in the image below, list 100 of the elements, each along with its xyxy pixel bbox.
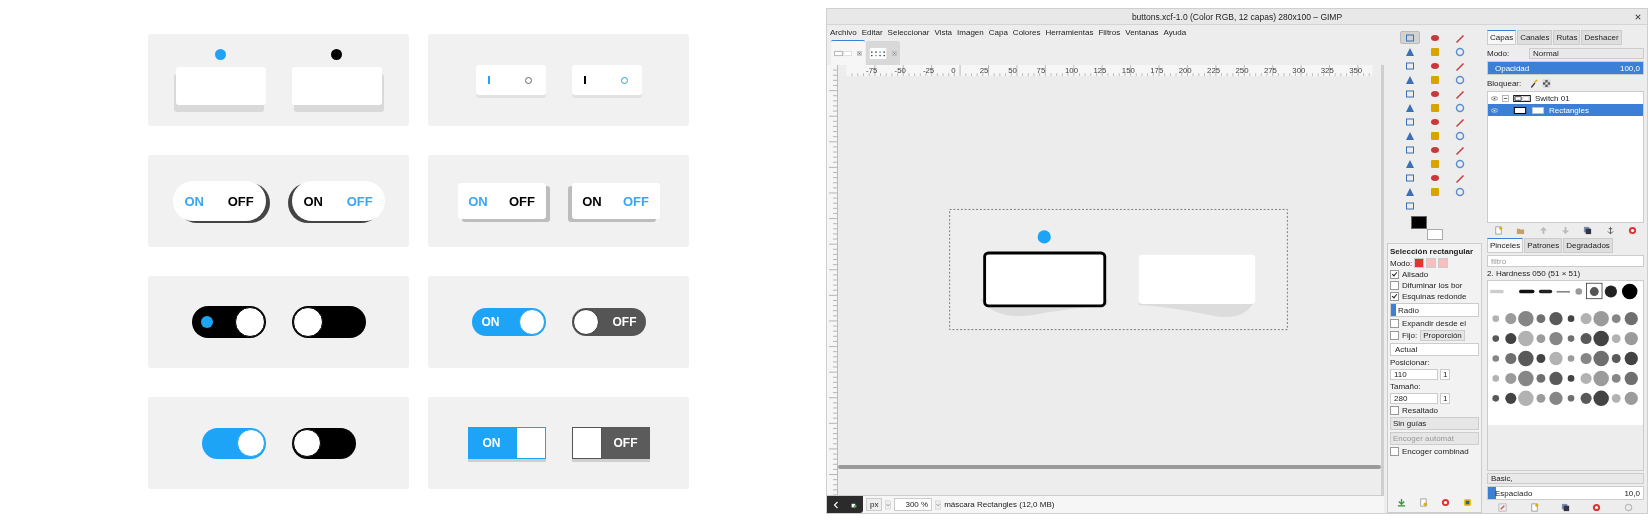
unit-dropdown[interactable]: px <box>866 498 883 511</box>
brush-grid-drawing[interactable] <box>1487 280 1644 471</box>
switch-knob <box>515 427 546 459</box>
dock-tab[interactable]: Pinceles <box>1487 238 1524 253</box>
window-title: buttons.xcf-1.0 (Color RGB, 12 capas) 280x100 – GIMP <box>1131 11 1343 22</box>
dock-tab[interactable]: Deshacer <box>1581 30 1622 45</box>
toggle-switch[interactable] <box>475 65 546 95</box>
number-field[interactable]: 280 <box>1390 393 1438 404</box>
menu-item[interactable]: Archivo <box>830 27 857 37</box>
brush-icon[interactable] <box>1529 78 1538 88</box>
reset-icon[interactable] <box>1463 498 1473 507</box>
checkbox[interactable] <box>1390 406 1399 415</box>
toggle-switch[interactable] <box>201 427 266 459</box>
new-layer-icon[interactable] <box>1493 226 1503 235</box>
checkbox[interactable] <box>1390 281 1399 290</box>
toggle-switch[interactable] <box>291 427 356 459</box>
duplicate-icon[interactable] <box>1560 503 1570 512</box>
menu-item[interactable]: Seleccionar <box>887 27 930 37</box>
menu-item[interactable]: Capa <box>988 27 1008 37</box>
tool-icon <box>1404 102 1415 113</box>
checker-icon[interactable] <box>1542 78 1551 88</box>
number-field[interactable]: 110 <box>1390 369 1438 380</box>
scrollbar[interactable] <box>838 465 1381 469</box>
switch-knob <box>234 307 265 337</box>
toggle-switch[interactable]: OFF <box>571 308 646 336</box>
delete-icon[interactable] <box>1592 503 1602 512</box>
edit-icon[interactable] <box>1498 503 1508 512</box>
delete-icon[interactable] <box>1628 226 1638 235</box>
refresh-icon[interactable] <box>1623 503 1633 512</box>
dropdown-caret-icon[interactable] <box>935 499 942 510</box>
toggle-switch[interactable] <box>571 65 642 95</box>
menu-item[interactable]: Imagen <box>957 27 984 37</box>
dock-tab[interactable]: Degradados <box>1563 238 1613 253</box>
checkbox[interactable] <box>1390 331 1399 340</box>
image-thumbnail <box>868 47 887 59</box>
background-color-swatch[interactable] <box>1427 229 1443 240</box>
opacity-slider[interactable]: Opacidad 100,0 <box>1487 61 1644 75</box>
down-arrow-icon[interactable] <box>1560 226 1570 235</box>
number-field[interactable]: 1 <box>1440 369 1451 380</box>
dock-tab[interactable]: Capas <box>1487 30 1517 45</box>
new-brush-icon[interactable] <box>1529 503 1539 512</box>
tool-icon <box>1429 46 1440 57</box>
toggle-switch[interactable] <box>191 306 266 338</box>
close-icon[interactable] <box>1635 13 1641 20</box>
tool-button[interactable] <box>1399 31 1420 44</box>
mode-dropdown[interactable]: Normal <box>1529 47 1644 59</box>
menu-item[interactable]: Ventanas <box>1125 27 1159 37</box>
switch-knob <box>292 429 321 457</box>
input-field[interactable]: Actual <box>1390 343 1479 356</box>
checkbox[interactable] <box>1390 270 1399 279</box>
toggle-switch[interactable]: ON OFF <box>571 183 660 219</box>
delete-icon[interactable] <box>1441 498 1451 507</box>
save-icon[interactable] <box>1396 498 1406 507</box>
toggle-switch[interactable]: ON OFF <box>291 181 385 221</box>
menu-item[interactable]: Ayuda <box>1163 27 1187 37</box>
number-field[interactable]: 1 <box>1440 393 1451 404</box>
document-icon[interactable] <box>1418 498 1428 507</box>
foreground-color-swatch[interactable] <box>1411 216 1427 229</box>
tool-icon <box>1429 144 1440 155</box>
dock-tab[interactable]: Rutas <box>1553 30 1581 45</box>
image-tab[interactable] <box>831 40 865 65</box>
mask-thumbnail <box>1531 106 1545 114</box>
tool-icon <box>1454 74 1465 85</box>
dock-tab[interactable]: Patrones <box>1524 238 1563 253</box>
preset-dropdown[interactable]: Basic, <box>1487 473 1644 484</box>
checkbox[interactable] <box>1390 447 1399 456</box>
tool-icon <box>1404 74 1415 85</box>
zoom-field[interactable]: 300 % <box>894 498 933 511</box>
checkbox[interactable] <box>1390 292 1399 301</box>
slider-field[interactable]: Radio <box>1390 303 1479 317</box>
duplicate-icon[interactable] <box>1583 226 1593 235</box>
toggle-switch[interactable]: ON OFF <box>172 181 266 221</box>
mode-button[interactable] <box>1414 258 1425 268</box>
dropdown[interactable]: Sin guías <box>1390 417 1479 430</box>
toggle-switch[interactable] <box>291 306 366 338</box>
menu-item[interactable]: Editar <box>861 27 883 37</box>
anchor-icon[interactable] <box>1605 226 1615 235</box>
filter-field[interactable]: filtro <box>1487 255 1644 267</box>
switch-knob <box>572 309 599 335</box>
layer-row[interactable]: Switch 01 <box>1488 92 1643 104</box>
menu-item[interactable]: Herramientas <box>1045 27 1094 37</box>
layer-row[interactable]: Rectangles <box>1488 104 1643 116</box>
menu-item[interactable]: Vista <box>934 27 953 37</box>
folder-icon[interactable] <box>1516 226 1526 235</box>
tool-icon <box>1454 46 1465 57</box>
menu-item[interactable]: Filtros <box>1098 27 1121 37</box>
dropdown[interactable]: Proporción <box>1420 330 1465 341</box>
tool-icon <box>1429 116 1440 127</box>
toggle-switch[interactable]: OFF <box>571 427 650 459</box>
image-tab[interactable] <box>866 41 900 65</box>
status-message: máscara Rectangles (12,0 MB) <box>944 500 1055 509</box>
checkbox-label: Expandir desde el <box>1402 319 1467 328</box>
tool-icon <box>1429 130 1440 141</box>
dropdown-caret-icon[interactable] <box>885 499 892 510</box>
expander-icon[interactable] <box>1502 94 1509 102</box>
eye-icon[interactable] <box>1491 95 1498 101</box>
dock-tab[interactable]: Canales <box>1517 30 1553 45</box>
checkbox[interactable] <box>1390 319 1399 328</box>
menu-item[interactable]: Colores <box>1012 27 1041 37</box>
up-arrow-icon[interactable] <box>1538 226 1548 235</box>
